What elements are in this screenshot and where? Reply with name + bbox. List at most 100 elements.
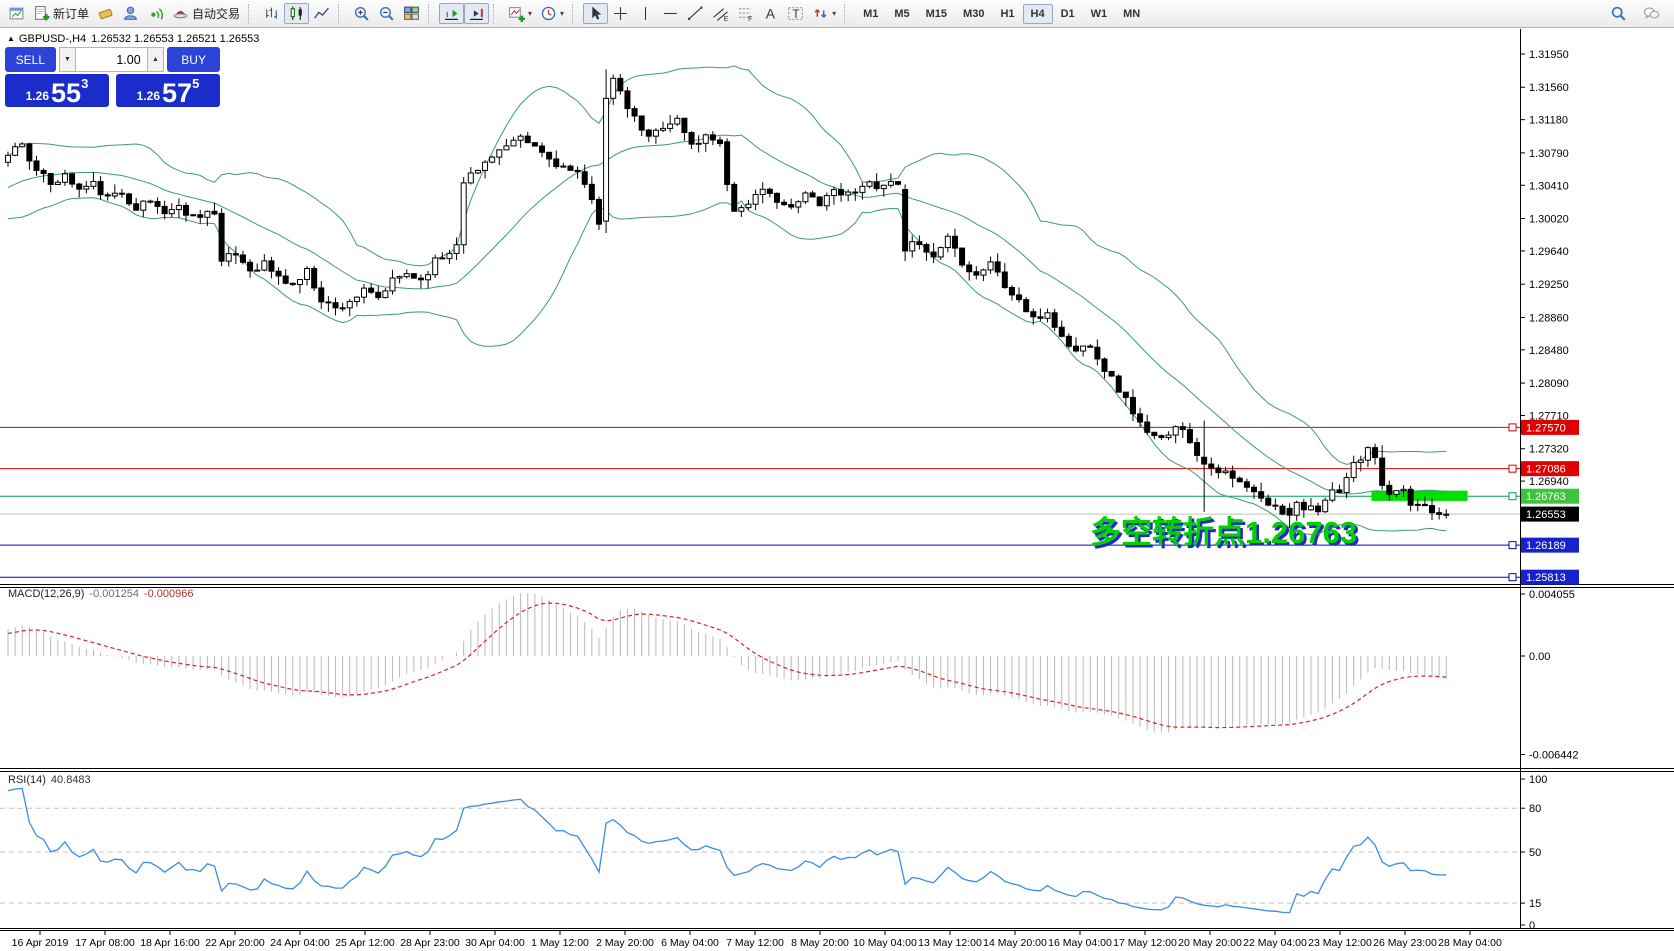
timeframe-m15-button[interactable]: M15 (918, 4, 955, 24)
candle-body (34, 161, 39, 171)
hline-handle[interactable] (1509, 493, 1516, 500)
price-axis-label: 1.30020 (1529, 214, 1569, 226)
auto-scroll-button[interactable] (439, 3, 464, 24)
bar-chart-button[interactable] (259, 3, 284, 24)
arrows-icon (812, 5, 829, 22)
volume-increase-button[interactable]: ▲ (147, 47, 165, 72)
annotation-text[interactable]: 多空转折点1.26763 (1090, 515, 1357, 550)
market-watch-button[interactable] (118, 3, 143, 24)
timeframe-m1-button[interactable]: M1 (855, 4, 886, 24)
chart-canvas[interactable]: 多空转折点1.26763多空转折点1.267631.319501.315601.… (0, 0, 1674, 951)
candle-body (1102, 359, 1107, 371)
buy-button[interactable]: BUY (167, 47, 220, 72)
hline-handle[interactable] (1509, 574, 1516, 581)
trendline-icon (687, 5, 704, 22)
dropdown-caret-icon[interactable]: ▾ (528, 9, 532, 18)
timeframe-h1-button[interactable]: H1 (992, 4, 1022, 24)
candle-body (48, 174, 53, 185)
vertical-line-button[interactable] (633, 3, 658, 24)
candle-body (639, 116, 644, 130)
candle-body (1394, 491, 1399, 495)
candle-body (483, 162, 488, 170)
candle-body (1024, 300, 1029, 312)
hline-handle[interactable] (1509, 465, 1516, 472)
timeframe-mn-button[interactable]: MN (1115, 4, 1148, 24)
zoom-out-button[interactable] (374, 3, 399, 24)
candle-body (1259, 492, 1264, 498)
candle-body (1088, 346, 1093, 347)
candle-body (1123, 392, 1128, 397)
candle-body (127, 194, 132, 204)
chat-button[interactable] (1639, 3, 1664, 24)
candle-body (1059, 327, 1064, 336)
candle-body (525, 136, 530, 143)
chart-window-button[interactable] (4, 3, 29, 24)
text-label-button[interactable] (783, 3, 808, 24)
candle-body (575, 170, 580, 171)
horizontal-line-button[interactable] (658, 3, 683, 24)
candle-body (995, 262, 1000, 272)
candle-body (888, 182, 893, 186)
candle-body (369, 288, 374, 292)
collapse-arrow-icon[interactable]: ▲ (7, 34, 15, 43)
arrows-button[interactable]: ▾ (808, 3, 840, 24)
crosshair-button[interactable] (608, 3, 633, 24)
candle-body (1401, 489, 1406, 490)
eraser-button[interactable] (93, 3, 118, 24)
candlestick-chart-button[interactable] (284, 3, 309, 24)
hline-handle[interactable] (1509, 424, 1516, 431)
candle-body (1145, 422, 1150, 432)
candle-body (1237, 478, 1242, 482)
macd-signal-value: -0.000966 (144, 588, 194, 600)
time-axis-label: 18 Apr 16:00 (140, 937, 200, 949)
volume-decrease-button[interactable]: ▼ (59, 47, 77, 72)
indicators-button[interactable]: ▾ (504, 3, 536, 24)
cursor-button[interactable] (583, 3, 608, 24)
equidistant-channel-button[interactable] (708, 3, 733, 24)
candle-body (1323, 500, 1328, 512)
timeframe-m30-button[interactable]: M30 (955, 4, 992, 24)
candle-body (1308, 506, 1313, 510)
candle-body (1045, 313, 1050, 319)
sell-price-button[interactable]: 1.26 55 3 (5, 74, 109, 107)
candle-body (62, 174, 67, 182)
candle-body (1444, 514, 1449, 515)
price-badge-label: 1.26763 (1526, 491, 1566, 503)
period-clock-button[interactable]: ▾ (536, 3, 568, 24)
candle-body (874, 182, 879, 189)
period-clock-icon (540, 5, 557, 22)
trendline-button[interactable] (683, 3, 708, 24)
text-button[interactable] (758, 3, 783, 24)
timeframe-d1-button[interactable]: D1 (1053, 4, 1083, 24)
candle-body (461, 183, 466, 245)
auto-trading-button[interactable]: 自动交易 (168, 3, 244, 24)
dropdown-caret-icon[interactable]: ▾ (560, 9, 564, 18)
timeframe-h4-button[interactable]: H4 (1023, 4, 1053, 24)
search-button[interactable] (1606, 3, 1631, 24)
candle-body (532, 143, 537, 146)
ohlc-values: 1.26532 1.26553 1.26521 1.26553 (91, 33, 259, 45)
tile-windows-button[interactable] (399, 3, 424, 24)
fibonacci-button[interactable] (733, 3, 758, 24)
hline-handle[interactable] (1509, 542, 1516, 549)
candle-body (1074, 346, 1079, 351)
candle-body (760, 189, 765, 194)
timeframe-m5-button[interactable]: M5 (886, 4, 917, 24)
time-axis-label: 17 May 12:00 (1113, 937, 1177, 949)
zoom-in-button[interactable] (349, 3, 374, 24)
dropdown-caret-icon[interactable]: ▾ (832, 9, 836, 18)
highlight-rectangle[interactable] (1371, 491, 1467, 501)
candle-body (504, 146, 509, 150)
signal-button[interactable] (143, 3, 168, 24)
candle-body (70, 174, 75, 184)
line-chart-button[interactable] (309, 3, 334, 24)
sell-button[interactable]: SELL (5, 47, 56, 72)
timeframe-w1-button[interactable]: W1 (1083, 4, 1116, 24)
time-axis-label: 1 May 12:00 (531, 937, 589, 949)
buy-price-button[interactable]: 1.26 57 5 (116, 74, 220, 107)
new-order-button[interactable]: 新订单 (29, 3, 93, 24)
volume-input[interactable]: 1.00 (76, 47, 146, 72)
time-axis-label: 23 May 12:00 (1308, 937, 1372, 949)
candle-body (1038, 317, 1043, 319)
chart-shift-button[interactable] (464, 3, 489, 24)
